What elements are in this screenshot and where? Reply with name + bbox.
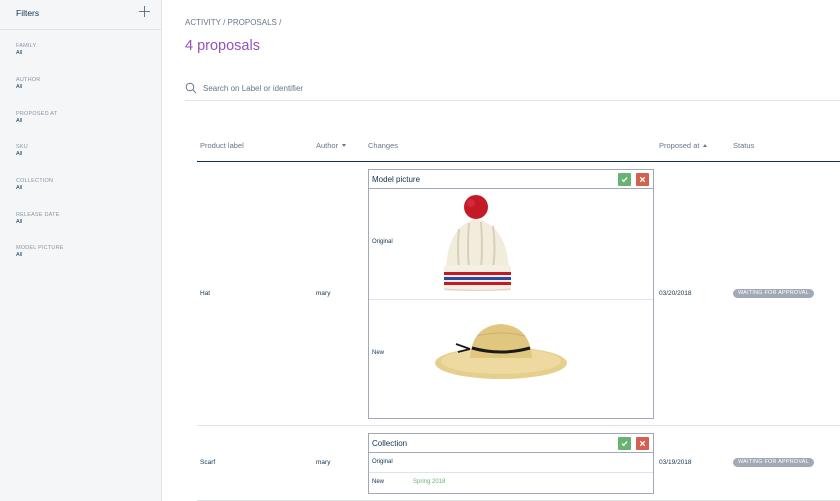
breadcrumb-item-activity[interactable]: ACTIVITY <box>185 18 221 27</box>
product-label[interactable]: Scarf <box>200 459 215 466</box>
new-label: New <box>372 479 385 485</box>
check-icon <box>621 177 628 183</box>
sidebar-header: Filters <box>0 0 161 30</box>
filter-value: All <box>16 151 23 157</box>
change-original-line: Original <box>369 453 653 473</box>
column-header-author-label: Author <box>316 141 339 150</box>
change-title: Collection <box>372 439 408 448</box>
change-header: Model picture <box>369 170 653 189</box>
breadcrumb: ACTIVITY / PROPOSALS / <box>185 18 282 27</box>
column-header-product-label: Product label <box>200 141 244 150</box>
filter-label: PROPOSED AT <box>16 111 58 117</box>
page-title: 4 proposals <box>185 38 260 54</box>
change-box-collection: Collection Original New Spring 2018 <box>368 433 654 494</box>
new-label: New <box>372 350 385 356</box>
table-row: Scarf mary Collection Original New Sprin… <box>197 426 840 501</box>
new-value: Spring 2018 <box>413 479 446 485</box>
reject-button[interactable] <box>636 437 649 450</box>
change-new-line: New <box>369 300 653 418</box>
approve-button[interactable] <box>618 173 631 186</box>
filter-value: All <box>16 84 23 90</box>
approve-button[interactable] <box>618 437 631 450</box>
column-header-status: Status <box>733 141 755 150</box>
close-icon <box>639 440 646 447</box>
column-header-proposed-at[interactable]: Proposed at <box>659 141 708 150</box>
filter-value: All <box>16 185 23 191</box>
change-header: Collection <box>369 434 653 453</box>
check-icon <box>621 441 628 447</box>
filter-label: AUTHOR <box>16 77 41 83</box>
table-header: Product label Author Changes Proposed at… <box>197 137 840 162</box>
proposed-at: 03/19/2018 <box>659 459 692 466</box>
change-original-line: Original <box>369 189 653 300</box>
beanie-image <box>443 195 512 291</box>
filter-sku[interactable]: SKU All <box>16 144 136 157</box>
original-label: Original <box>372 239 393 245</box>
breadcrumb-item-proposals[interactable]: PROPOSALS <box>228 18 277 27</box>
filter-label: MODEL PICTURE <box>16 245 64 251</box>
filter-label: FAMILY <box>16 43 37 49</box>
search-bar <box>185 80 840 101</box>
original-label: Original <box>372 459 393 465</box>
filter-author[interactable]: AUTHOR All <box>16 77 136 90</box>
filter-label: RELEASE DATE <box>16 212 60 218</box>
status-badge: WAITING FOR APPROVAL <box>733 458 814 467</box>
author: mary <box>316 459 331 466</box>
filter-collection[interactable]: COLLECTION All <box>16 178 136 191</box>
product-label[interactable]: Hat <box>200 290 210 297</box>
change-title: Model picture <box>372 175 421 184</box>
column-header-proposed-at-label: Proposed at <box>659 141 700 150</box>
add-filter-plus-icon[interactable] <box>139 6 150 17</box>
change-new-line: New Spring 2018 <box>369 473 653 493</box>
sidebar-title: Filters <box>16 8 40 18</box>
sort-desc-icon <box>342 144 347 147</box>
filter-value: All <box>16 252 23 258</box>
change-box-model-picture: Model picture Original New <box>368 169 654 419</box>
filter-value: All <box>16 118 23 124</box>
filter-value: All <box>16 219 23 225</box>
search-input[interactable] <box>203 80 603 96</box>
reject-button[interactable] <box>636 173 649 186</box>
close-icon <box>639 176 646 183</box>
table-row: Hat mary Model picture Original New 03/2… <box>197 162 840 426</box>
status-badge: WAITING FOR APPROVAL <box>733 289 814 298</box>
filter-model-picture[interactable]: MODEL PICTURE All <box>16 245 136 258</box>
filter-proposed-at[interactable]: PROPOSED AT All <box>16 111 136 124</box>
proposed-at: 03/20/2018 <box>659 290 692 297</box>
filters-sidebar: Filters FAMILY All AUTHOR All PROPOSED A… <box>0 0 162 501</box>
author: mary <box>316 290 331 297</box>
filter-release-date[interactable]: RELEASE DATE All <box>16 212 136 225</box>
filter-value: All <box>16 50 23 56</box>
filter-family[interactable]: FAMILY All <box>16 43 136 56</box>
filter-label: SKU <box>16 144 28 150</box>
straw-hat-image <box>435 324 567 379</box>
column-header-changes: Changes <box>368 141 399 150</box>
sort-asc-icon <box>703 144 708 147</box>
filter-label: COLLECTION <box>16 178 54 184</box>
column-header-author[interactable]: Author <box>316 141 347 150</box>
search-icon <box>185 82 197 94</box>
